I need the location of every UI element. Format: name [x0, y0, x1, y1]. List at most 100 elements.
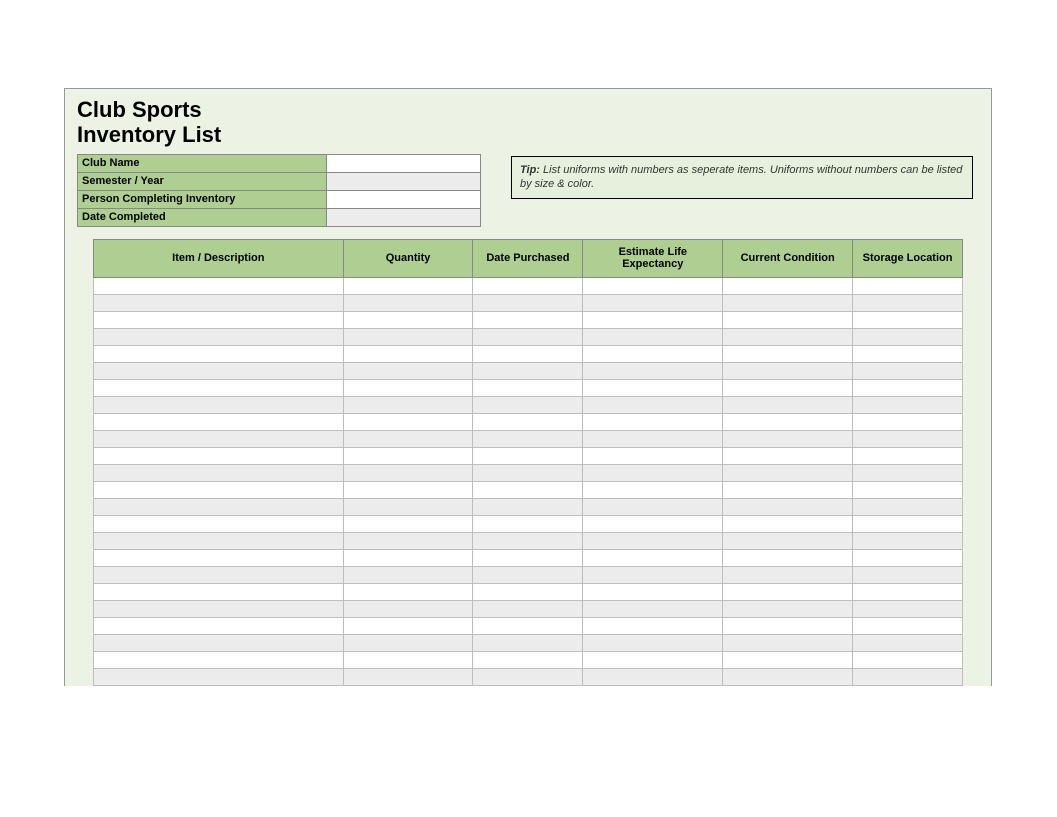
table-cell[interactable]: [94, 532, 344, 549]
table-cell[interactable]: [343, 277, 473, 294]
table-cell[interactable]: [473, 447, 583, 464]
table-cell[interactable]: [473, 430, 583, 447]
table-cell[interactable]: [853, 413, 963, 430]
table-cell[interactable]: [723, 328, 853, 345]
table-cell[interactable]: [94, 277, 344, 294]
meta-value[interactable]: [327, 190, 481, 208]
table-cell[interactable]: [853, 583, 963, 600]
table-cell[interactable]: [853, 396, 963, 413]
meta-value[interactable]: [327, 208, 481, 226]
table-cell[interactable]: [343, 362, 473, 379]
table-cell[interactable]: [723, 362, 853, 379]
table-cell[interactable]: [583, 311, 723, 328]
table-cell[interactable]: [473, 549, 583, 566]
meta-value[interactable]: [327, 154, 481, 172]
table-cell[interactable]: [583, 617, 723, 634]
table-cell[interactable]: [853, 481, 963, 498]
table-cell[interactable]: [583, 396, 723, 413]
table-cell[interactable]: [94, 430, 344, 447]
table-cell[interactable]: [723, 566, 853, 583]
table-cell[interactable]: [343, 379, 473, 396]
table-cell[interactable]: [723, 498, 853, 515]
table-cell[interactable]: [853, 379, 963, 396]
table-cell[interactable]: [583, 515, 723, 532]
table-cell[interactable]: [853, 328, 963, 345]
table-cell[interactable]: [473, 413, 583, 430]
table-cell[interactable]: [853, 532, 963, 549]
table-cell[interactable]: [343, 345, 473, 362]
table-cell[interactable]: [343, 617, 473, 634]
table-cell[interactable]: [723, 345, 853, 362]
table-cell[interactable]: [583, 498, 723, 515]
table-cell[interactable]: [723, 294, 853, 311]
table-cell[interactable]: [853, 651, 963, 668]
table-cell[interactable]: [583, 430, 723, 447]
table-cell[interactable]: [723, 668, 853, 685]
table-cell[interactable]: [94, 447, 344, 464]
table-cell[interactable]: [583, 566, 723, 583]
table-cell[interactable]: [343, 515, 473, 532]
table-cell[interactable]: [473, 277, 583, 294]
table-cell[interactable]: [583, 345, 723, 362]
table-cell[interactable]: [723, 651, 853, 668]
table-cell[interactable]: [343, 413, 473, 430]
table-cell[interactable]: [583, 413, 723, 430]
table-cell[interactable]: [343, 549, 473, 566]
table-cell[interactable]: [853, 277, 963, 294]
table-cell[interactable]: [723, 549, 853, 566]
table-cell[interactable]: [94, 413, 344, 430]
table-cell[interactable]: [853, 294, 963, 311]
table-cell[interactable]: [473, 583, 583, 600]
table-cell[interactable]: [853, 634, 963, 651]
table-cell[interactable]: [583, 277, 723, 294]
table-cell[interactable]: [343, 396, 473, 413]
table-cell[interactable]: [723, 617, 853, 634]
table-cell[interactable]: [473, 600, 583, 617]
table-cell[interactable]: [723, 311, 853, 328]
table-cell[interactable]: [343, 464, 473, 481]
table-cell[interactable]: [473, 651, 583, 668]
table-cell[interactable]: [473, 294, 583, 311]
table-cell[interactable]: [583, 481, 723, 498]
table-cell[interactable]: [853, 362, 963, 379]
table-cell[interactable]: [94, 362, 344, 379]
table-cell[interactable]: [343, 498, 473, 515]
table-cell[interactable]: [583, 532, 723, 549]
table-cell[interactable]: [723, 634, 853, 651]
table-cell[interactable]: [473, 498, 583, 515]
table-cell[interactable]: [853, 617, 963, 634]
table-cell[interactable]: [343, 634, 473, 651]
table-cell[interactable]: [343, 566, 473, 583]
table-cell[interactable]: [583, 668, 723, 685]
table-cell[interactable]: [94, 549, 344, 566]
table-cell[interactable]: [343, 447, 473, 464]
table-cell[interactable]: [853, 549, 963, 566]
table-cell[interactable]: [473, 311, 583, 328]
table-cell[interactable]: [343, 430, 473, 447]
table-cell[interactable]: [94, 651, 344, 668]
table-cell[interactable]: [94, 566, 344, 583]
table-cell[interactable]: [723, 379, 853, 396]
table-cell[interactable]: [583, 600, 723, 617]
table-cell[interactable]: [94, 294, 344, 311]
table-cell[interactable]: [473, 396, 583, 413]
table-cell[interactable]: [853, 498, 963, 515]
table-cell[interactable]: [853, 668, 963, 685]
table-cell[interactable]: [583, 447, 723, 464]
table-cell[interactable]: [473, 328, 583, 345]
table-cell[interactable]: [723, 583, 853, 600]
table-cell[interactable]: [583, 328, 723, 345]
table-cell[interactable]: [473, 379, 583, 396]
table-cell[interactable]: [723, 277, 853, 294]
table-cell[interactable]: [473, 668, 583, 685]
table-cell[interactable]: [94, 328, 344, 345]
table-cell[interactable]: [473, 515, 583, 532]
table-cell[interactable]: [583, 651, 723, 668]
table-cell[interactable]: [343, 294, 473, 311]
table-cell[interactable]: [853, 345, 963, 362]
table-cell[interactable]: [343, 328, 473, 345]
table-cell[interactable]: [853, 311, 963, 328]
table-cell[interactable]: [723, 430, 853, 447]
table-cell[interactable]: [853, 566, 963, 583]
table-cell[interactable]: [723, 600, 853, 617]
